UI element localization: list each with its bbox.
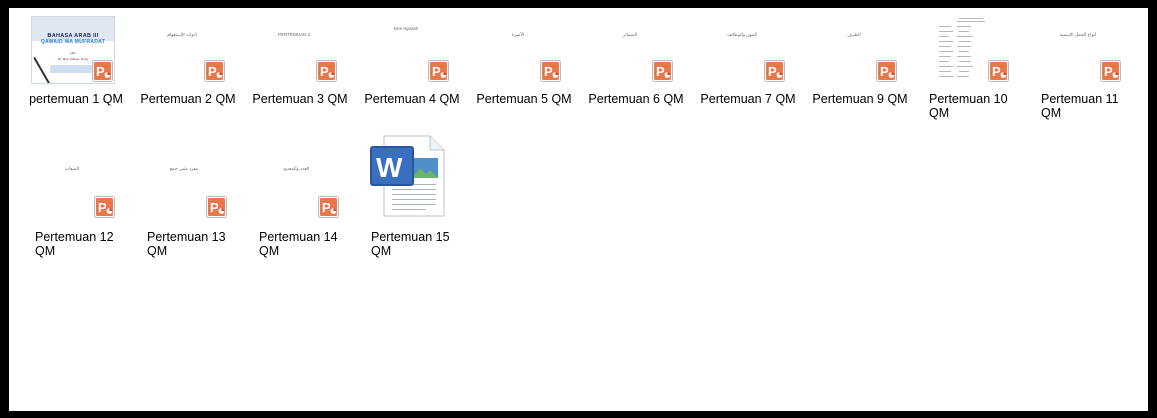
- file-item-pertemuan-5[interactable]: الأسرة P Pertemuan 5 QM: [470, 16, 578, 126]
- slide-caption: الضمائر: [622, 32, 638, 37]
- file-item-pertemuan-11[interactable]: أنواع الجمل الإسمية P Pertemuan 11 QM: [1030, 16, 1138, 126]
- svg-text:P: P: [98, 200, 107, 215]
- powerpoint-icon: P: [318, 196, 339, 218]
- svg-text:P: P: [208, 64, 217, 79]
- powerpoint-icon: P: [204, 60, 225, 82]
- svg-text:P: P: [320, 64, 329, 79]
- powerpoint-icon: P: [652, 60, 673, 82]
- powerpoint-icon: P: [316, 60, 337, 82]
- file-label: pertemuan 1 QM: [29, 92, 123, 106]
- svg-text:P: P: [880, 64, 889, 79]
- powerpoint-icon: P: [764, 60, 785, 82]
- file-item-pertemuan-6[interactable]: الضمائر P Pertemuan 6 QM: [582, 16, 690, 126]
- file-item-pertemuan-13[interactable]: مفرد مثنى جمع P Pertemuan 13 QM: [136, 148, 244, 258]
- file-item-pertemuan-9[interactable]: الظرف P Pertemuan 9 QM: [806, 16, 914, 126]
- slide-caption: المهن والوظائف: [727, 32, 757, 37]
- svg-text:P: P: [322, 200, 331, 215]
- file-label: Pertemuan 7 QM: [700, 92, 796, 106]
- file-label: Pertemuan 14 QM: [259, 230, 338, 258]
- file-label: Pertemuan 5 QM: [476, 92, 572, 106]
- powerpoint-icon: P: [1100, 60, 1121, 82]
- slide-caption: أنواع الجمل الإسمية: [1059, 32, 1097, 37]
- file-label: Pertemuan 13 QM: [147, 230, 226, 258]
- file-label: Pertemuan 3 QM: [252, 92, 348, 106]
- svg-text:W: W: [376, 152, 403, 183]
- file-explorer-pane: BAHASA ARAB III QAWAID WA MUFRADAT oleh …: [9, 8, 1148, 411]
- svg-text:P: P: [544, 64, 553, 79]
- slide-subtitle: QAWAID WA MUFRADAT: [40, 39, 106, 45]
- powerpoint-icon: P: [92, 60, 113, 82]
- file-item-pertemuan-12[interactable]: الصفات P Pertemuan 12 QM: [24, 148, 132, 258]
- slide-caption: PERTEMUAN 3: [278, 32, 310, 37]
- slide-caption: الأسرة: [511, 32, 525, 37]
- word-document-icon: W: [368, 134, 448, 218]
- svg-text:P: P: [656, 64, 665, 79]
- file-item-pertemuan-2[interactable]: أدوات الإستفهام P Pertemuan 2 QM: [134, 16, 242, 126]
- slide-caption: أدوات الإستفهام: [167, 32, 197, 37]
- powerpoint-icon: P: [94, 196, 115, 218]
- powerpoint-icon: P: [540, 60, 561, 82]
- powerpoint-icon: P: [206, 196, 227, 218]
- slide-caption: الصفات: [64, 166, 80, 171]
- slide-caption: الظرف: [847, 32, 861, 37]
- file-label: Pertemuan 9 QM: [812, 92, 908, 106]
- file-label: Pertemuan 4 QM: [364, 92, 460, 106]
- svg-text:P: P: [96, 64, 105, 79]
- svg-text:P: P: [768, 64, 777, 79]
- powerpoint-icon: P: [988, 60, 1009, 82]
- svg-text:P: P: [1104, 64, 1113, 79]
- document-preview-thumbnail: [935, 16, 989, 80]
- slide-caption: العدد والمعدود: [282, 166, 310, 171]
- powerpoint-icon: P: [876, 60, 897, 82]
- file-item-pertemuan-4[interactable]: Isim Isyarah P Pertemuan 4 QM: [358, 16, 466, 126]
- file-label: Pertemuan 15 QM: [371, 230, 450, 258]
- file-label: Pertemuan 11 QM: [1041, 92, 1119, 120]
- file-item-pertemuan-1[interactable]: BAHASA ARAB III QAWAID WA MUFRADAT oleh …: [22, 16, 130, 126]
- svg-text:P: P: [992, 64, 1001, 79]
- file-label: Pertemuan 6 QM: [588, 92, 684, 106]
- svg-text:P: P: [210, 200, 219, 215]
- file-item-pertemuan-10[interactable]: P Pertemuan 10 QM: [918, 16, 1026, 126]
- slide-caption: مفرد مثنى جمع: [169, 166, 199, 171]
- file-item-pertemuan-15[interactable]: W Pertemuan 15 QM: [360, 135, 468, 258]
- file-label: Pertemuan 10 QM: [929, 92, 1008, 120]
- file-item-pertemuan-14[interactable]: العدد والمعدود P Pertemuan 14 QM: [248, 148, 356, 258]
- file-item-pertemuan-3[interactable]: PERTEMUAN 3 P Pertemuan 3 QM: [246, 16, 354, 126]
- slide-caption: Isim Isyarah: [393, 26, 419, 31]
- file-label: Pertemuan 12 QM: [35, 230, 114, 258]
- file-item-pertemuan-7[interactable]: المهن والوظائف P Pertemuan 7 QM: [694, 16, 802, 126]
- svg-text:P: P: [432, 64, 441, 79]
- powerpoint-icon: P: [428, 60, 449, 82]
- file-label: Pertemuan 2 QM: [140, 92, 236, 106]
